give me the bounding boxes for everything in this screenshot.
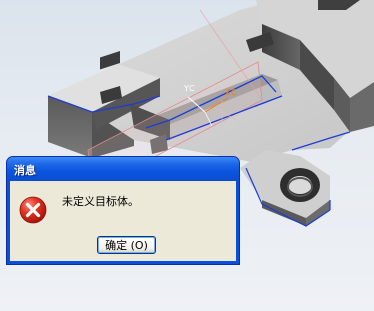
dialog-body: 未定义目标体。 确定 (O) [10,181,236,261]
zc-axis-label: ZC [225,88,238,97]
dialog-title: 消息 [14,164,36,177]
error-icon [19,196,47,224]
ok-button[interactable]: 确定 (O) [97,236,156,254]
dialog-titlebar[interactable]: 消息 [7,157,239,181]
dialog-message: 未定义目标体。 [62,195,139,208]
yc-axis-label: YC [184,84,196,93]
message-dialog[interactable]: 消息 未定义目标体。 确定 (O) [6,156,240,265]
